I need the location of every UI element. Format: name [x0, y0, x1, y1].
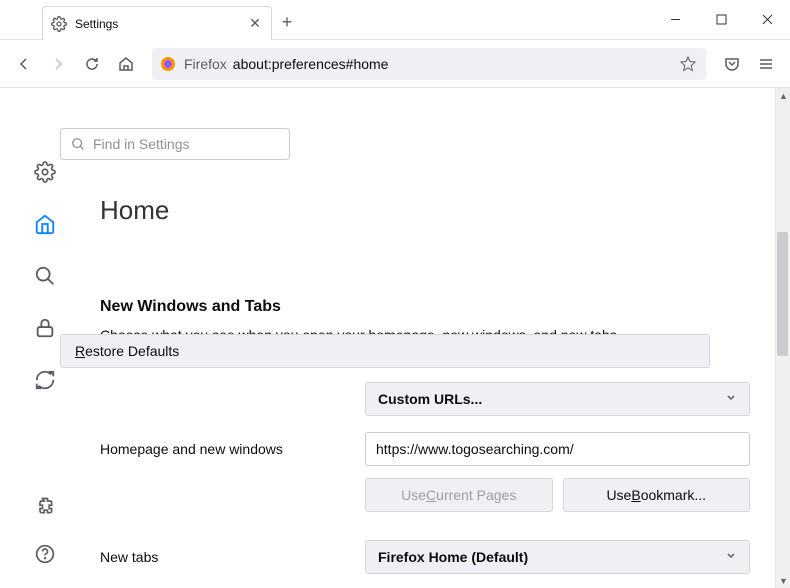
- scroll-thumb[interactable]: [777, 232, 788, 356]
- homepage-dropdown[interactable]: Custom URLs...: [365, 382, 750, 416]
- sidenav-privacy-icon[interactable]: [31, 314, 59, 342]
- sidenav-extensions-icon[interactable]: [31, 492, 59, 520]
- section-title: New Windows and Tabs: [100, 298, 750, 316]
- reload-button[interactable]: [76, 48, 108, 80]
- homepage-label: Homepage and new windows: [100, 441, 365, 457]
- identity-label: Firefox: [184, 56, 227, 72]
- restore-defaults-button[interactable]: Restore Defaults: [60, 334, 710, 368]
- search-icon: [71, 137, 85, 151]
- search-placeholder: Find in Settings: [93, 136, 190, 152]
- gear-icon: [51, 16, 67, 32]
- chevron-down-icon: [725, 390, 737, 408]
- scroll-down-icon[interactable]: ▼: [776, 573, 790, 588]
- sidenav-general-icon[interactable]: [31, 158, 59, 186]
- sidenav-home-icon[interactable]: [31, 210, 59, 238]
- browser-tab[interactable]: Settings ✕: [42, 6, 272, 40]
- back-button[interactable]: [8, 48, 40, 80]
- window-maximize[interactable]: [698, 0, 744, 39]
- forward-button[interactable]: [42, 48, 74, 80]
- newtabs-dropdown-value: Firefox Home (Default): [378, 549, 528, 565]
- menu-button[interactable]: [750, 48, 782, 80]
- url-text: about:preferences#home: [233, 56, 678, 72]
- sidenav-search-icon[interactable]: [31, 262, 59, 290]
- firefox-icon: [160, 56, 176, 72]
- titlebar: Settings ✕ +: [0, 0, 790, 40]
- homepage-dropdown-value: Custom URLs...: [378, 391, 482, 407]
- sidenav-sync-icon[interactable]: [31, 366, 59, 394]
- homepage-url-input[interactable]: [365, 432, 750, 466]
- find-in-settings[interactable]: Find in Settings: [60, 128, 290, 160]
- content: Find in Settings Home Restore Defaults N…: [0, 88, 790, 588]
- chevron-down-icon: [725, 548, 737, 566]
- scrollbar[interactable]: ▲ ▼: [775, 88, 790, 588]
- use-current-pages-button[interactable]: Use Current Pages: [365, 478, 553, 512]
- window-close[interactable]: [744, 0, 790, 39]
- toolbar: Firefox about:preferences#home: [0, 40, 790, 88]
- window-minimize[interactable]: [652, 0, 698, 39]
- newtabs-label: New tabs: [100, 549, 365, 565]
- newtabs-dropdown[interactable]: Firefox Home (Default): [365, 540, 750, 574]
- home-button[interactable]: [110, 48, 142, 80]
- page-title: Home: [100, 195, 750, 226]
- main-panel: Find in Settings Home Restore Defaults N…: [90, 88, 790, 588]
- pocket-button[interactable]: [716, 48, 748, 80]
- scroll-up-icon[interactable]: ▲: [776, 88, 790, 103]
- new-tab-button[interactable]: +: [272, 6, 302, 39]
- url-bar[interactable]: Firefox about:preferences#home: [152, 48, 706, 80]
- use-bookmark-button[interactable]: Use Bookmark...: [563, 478, 751, 512]
- sidenav-help-icon[interactable]: [31, 540, 59, 568]
- tab-title: Settings: [75, 17, 247, 31]
- bookmark-star-icon[interactable]: [678, 56, 698, 72]
- close-tab-icon[interactable]: ✕: [247, 16, 263, 32]
